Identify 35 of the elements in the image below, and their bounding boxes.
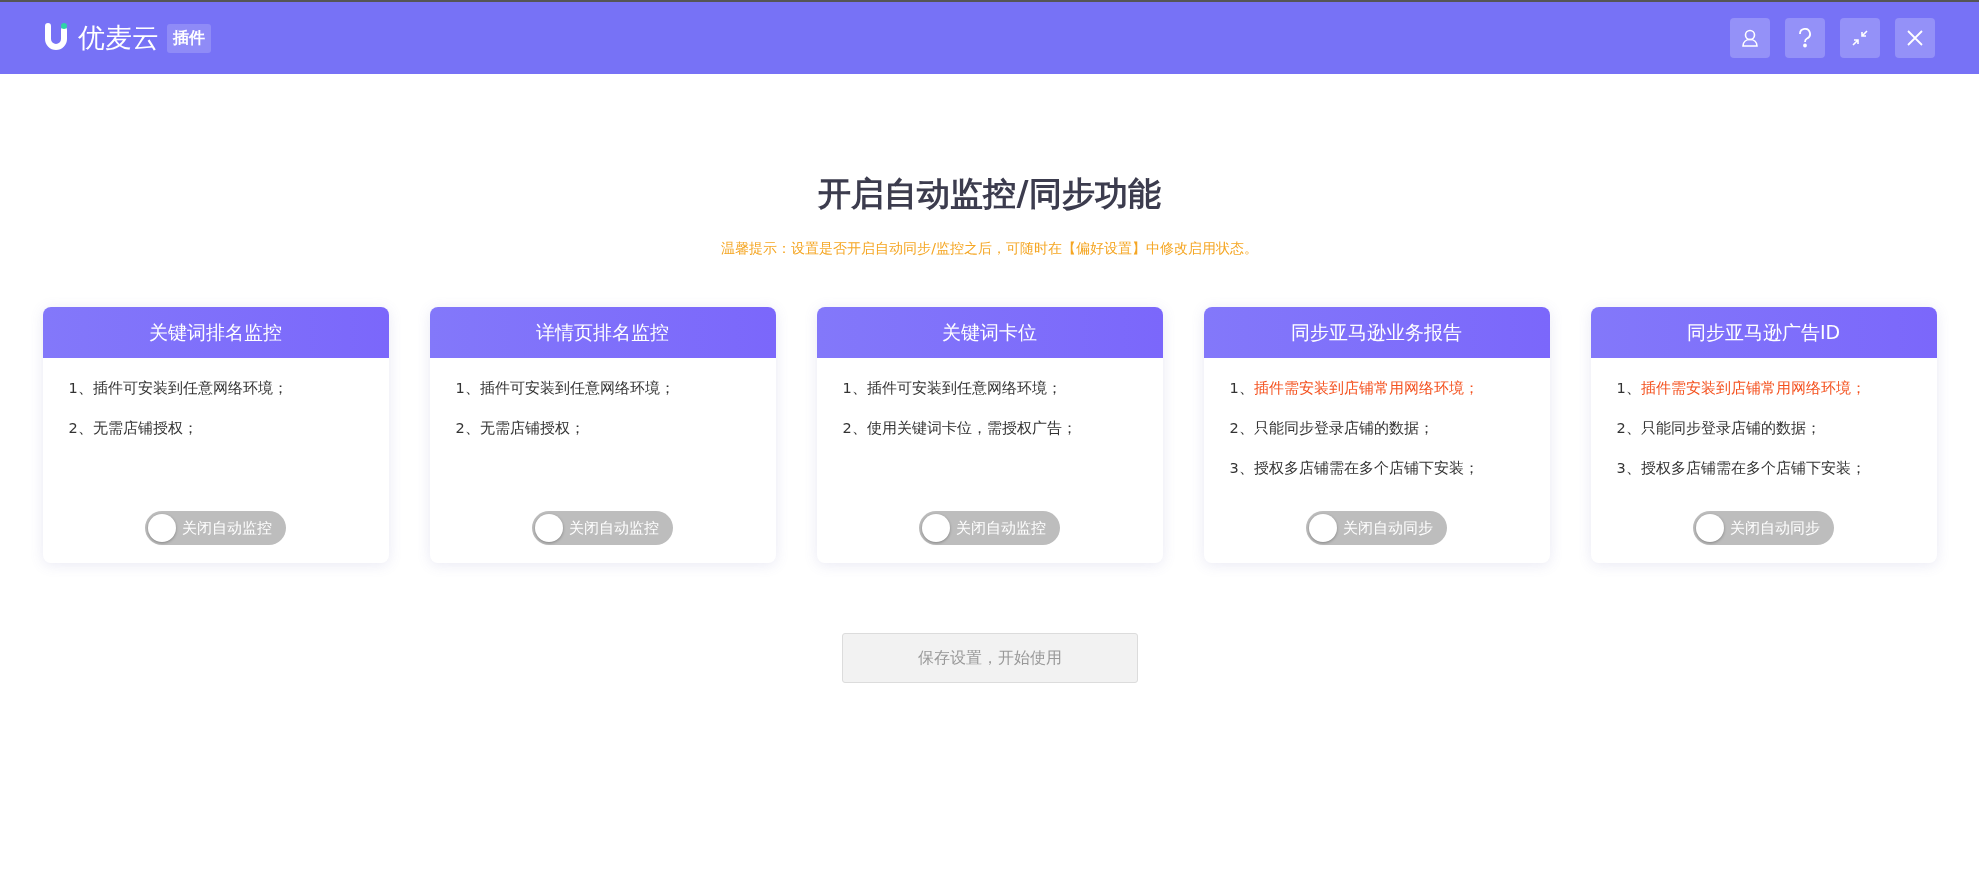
help-icon <box>1798 28 1812 48</box>
requirement-text: 3、授权多店铺需在多个店铺下安装； <box>1616 459 1867 478</box>
shrink-icon <box>1850 28 1870 48</box>
requirement-text: 1、插件需安装到店铺常用网络环境； <box>1616 379 1867 398</box>
toggle-switch[interactable]: 关闭自动监控 <box>145 511 286 545</box>
close-icon <box>1906 29 1924 47</box>
card-title: 同步亚马逊广告ID <box>1590 307 1937 358</box>
card-title: 同步亚马逊业务报告 <box>1203 307 1550 358</box>
requirement-text: 1、插件可安装到任意网络环境； <box>68 379 289 398</box>
page-title: 开启自动监控/同步功能 <box>818 173 1161 215</box>
toggle-switch[interactable]: 关闭自动监控 <box>532 511 673 545</box>
help-button[interactable] <box>1785 18 1825 58</box>
requirement-text: 2、使用关键词卡位，需授权广告； <box>842 419 1078 438</box>
close-button[interactable] <box>1895 18 1935 58</box>
brand-name: 优麦云 <box>78 21 159 55</box>
toggle-switch[interactable]: 关闭自动同步 <box>1693 511 1834 545</box>
requirement-text: 2、无需店铺授权； <box>455 419 586 438</box>
logo-icon <box>44 23 68 53</box>
card-title: 详情页排名监控 <box>429 307 776 358</box>
requirement-text: 2、只能同步登录店铺的数据； <box>1229 419 1435 438</box>
toggle-switch[interactable]: 关闭自动同步 <box>1306 511 1447 545</box>
card-title: 关键词排名监控 <box>42 307 389 358</box>
requirement-text: 2、无需店铺授权； <box>68 419 199 438</box>
minimize-button[interactable] <box>1840 18 1880 58</box>
user-icon <box>1740 28 1760 48</box>
requirement-text: 2、只能同步登录店铺的数据； <box>1616 419 1822 438</box>
requirement-text: 1、插件可安装到任意网络环境； <box>842 379 1063 398</box>
requirement-text: 1、插件需安装到店铺常用网络环境； <box>1229 379 1480 398</box>
user-button[interactable] <box>1730 18 1770 58</box>
toggle-switch[interactable]: 关闭自动监控 <box>919 511 1060 545</box>
plugin-badge: 插件 <box>167 23 211 53</box>
requirement-text: 1、插件可安装到任意网络环境； <box>455 379 676 398</box>
card-title: 关键词卡位 <box>816 307 1163 358</box>
requirement-text: 3、授权多店铺需在多个店铺下安装； <box>1229 459 1480 478</box>
hint-text: 温馨提示：设置是否开启自动同步/监控之后，可随时在【偏好设置】中修改启用状态。 <box>721 240 1258 258</box>
